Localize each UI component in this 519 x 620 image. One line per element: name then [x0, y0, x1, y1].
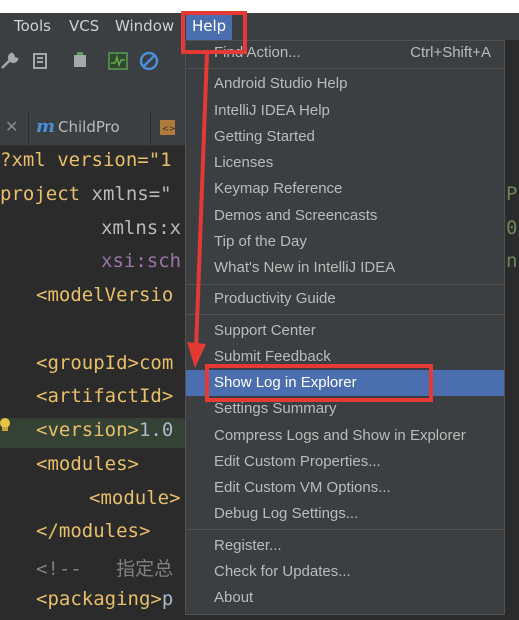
code-overflow-3: n [506, 250, 518, 272]
code-line-7: <artifactId> [36, 385, 174, 407]
wrench-icon[interactable] [0, 51, 20, 71]
code-line-10: <module> [89, 487, 181, 509]
code-line-11: </modules> [36, 520, 151, 542]
menu-item-getting-started[interactable]: Getting Started [214, 124, 315, 150]
xml-file-icon[interactable]: <> [158, 117, 178, 137]
sdk-manager-icon[interactable] [70, 51, 90, 71]
menu-separator [186, 529, 504, 530]
code-line-12: <!-- 指定总 [36, 558, 174, 580]
tab-divider [28, 111, 29, 145]
no-entry-icon[interactable] [139, 51, 159, 71]
code-overflow-1: P [506, 183, 518, 205]
code-line-9: <modules> [36, 453, 139, 475]
code-line-2: project xmlns=" [0, 183, 172, 205]
tab-divider-2 [150, 111, 151, 145]
menu-item-android-studio-help[interactable]: Android Studio Help [214, 71, 347, 97]
menu-item-register[interactable]: Register... [214, 533, 282, 559]
help-menu-highlight-box [181, 11, 247, 54]
menu-item-intellij-help[interactable]: IntelliJ IDEA Help [214, 98, 330, 124]
menu-tools[interactable]: Tools [14, 13, 51, 40]
svg-text:<>: <> [162, 124, 175, 133]
menu-item-demos[interactable]: Demos and Screencasts [214, 203, 377, 229]
menu-item-licenses[interactable]: Licenses [214, 150, 273, 176]
code-line-1: ?xml version="1 [0, 149, 172, 171]
code-line-8: <version>1.0 [36, 419, 173, 441]
toolbar-spacer [0, 86, 185, 109]
project-tag: project [0, 183, 81, 205]
menu-item-support-center[interactable]: Support Center [214, 318, 316, 344]
close-tab-icon[interactable]: ✕ [5, 117, 18, 136]
code-line-3: xmlns:x [101, 217, 182, 239]
menu-vcs[interactable]: VCS [69, 13, 99, 40]
menu-item-debug-log[interactable]: Debug Log Settings... [214, 501, 358, 527]
menu-item-tip-of-day[interactable]: Tip of the Day [214, 229, 307, 255]
menu-item-about[interactable]: About [214, 585, 253, 611]
menu-item-edit-custom-vm[interactable]: Edit Custom VM Options... [214, 475, 391, 501]
code-line-13: <packaging>p [36, 588, 173, 610]
menu-separator [186, 314, 504, 315]
code-overflow-2: 0 [506, 217, 518, 239]
version-value: 1.0 [138, 419, 174, 441]
structure-icon[interactable] [31, 51, 51, 71]
window-top-strip [0, 0, 519, 13]
packaging-tag: <packaging> [36, 588, 162, 610]
code-line-6: <groupId>com [36, 352, 174, 374]
find-action-shortcut: Ctrl+Shift+A [410, 44, 491, 61]
menu-separator [186, 284, 504, 285]
show-log-highlight-box [205, 364, 433, 402]
menu-window[interactable]: Window [115, 13, 174, 40]
menu-item-whats-new[interactable]: What's New in IntelliJ IDEA [214, 255, 395, 281]
tab-childpro[interactable]: ChildPro [58, 118, 120, 136]
red-arrow-annotation [187, 51, 209, 368]
menu-item-check-updates[interactable]: Check for Updates... [214, 559, 351, 585]
menu-separator [186, 68, 504, 69]
menu-item-compress-logs[interactable]: Compress Logs and Show in Explorer [214, 423, 466, 449]
version-tag: <version> [36, 419, 139, 441]
menu-item-productivity-guide[interactable]: Productivity Guide [214, 286, 336, 312]
menu-item-keymap-reference[interactable]: Keymap Reference [214, 176, 342, 202]
packaging-value: p [161, 588, 174, 610]
lightbulb-icon[interactable] [0, 417, 12, 433]
xmlns-attr: xmlns=" [80, 183, 172, 205]
code-line-4: xsi:sch [101, 250, 182, 272]
monitor-icon[interactable] [108, 51, 128, 71]
maven-file-icon: m [36, 116, 56, 137]
menu-item-edit-custom-props[interactable]: Edit Custom Properties... [214, 449, 381, 475]
code-line-5: <modelVersio [36, 284, 174, 306]
